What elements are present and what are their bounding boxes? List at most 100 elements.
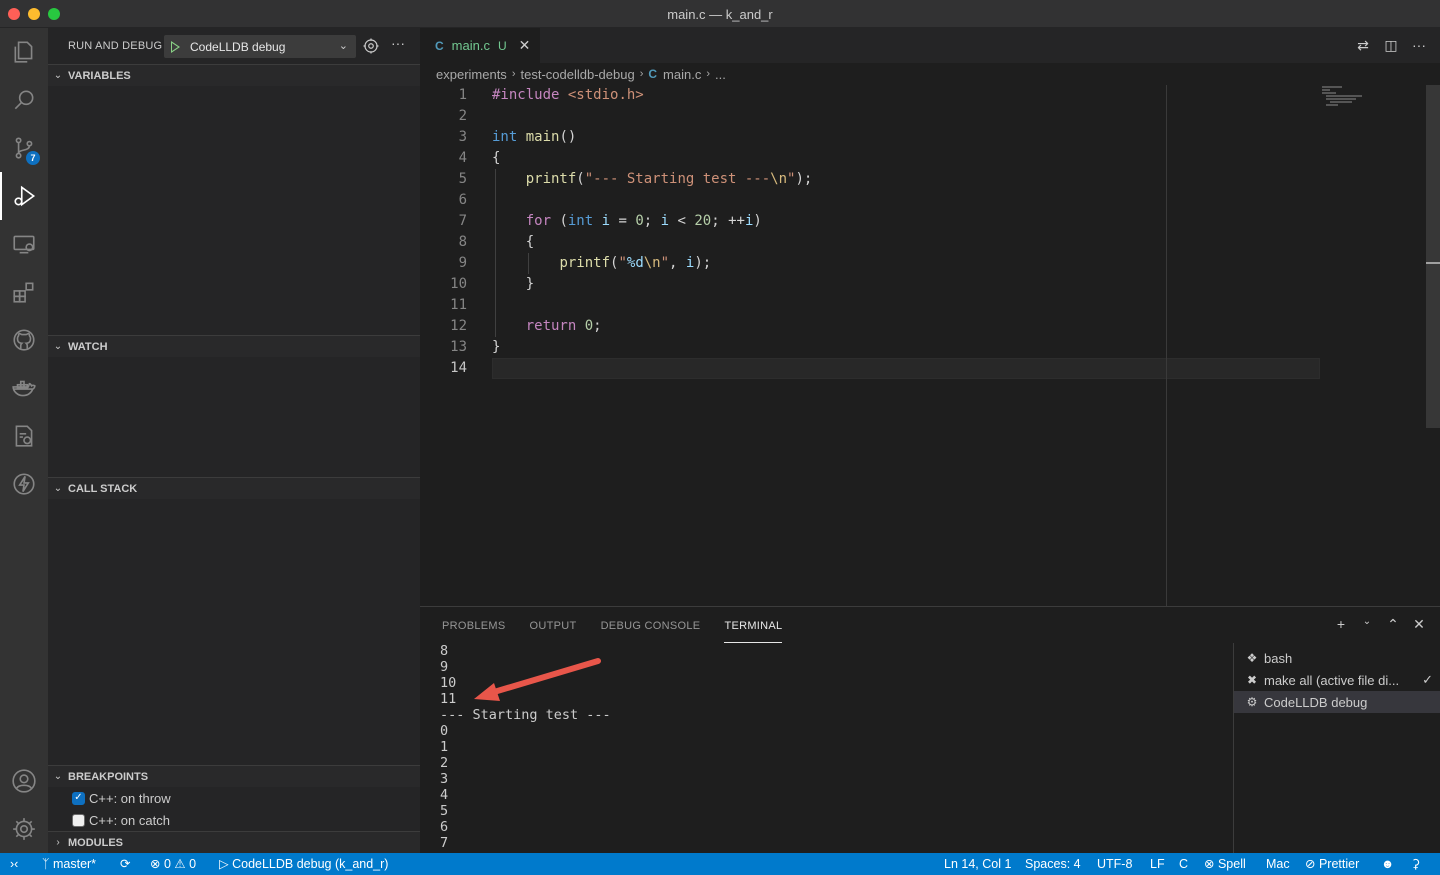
open-launch-json-gear-icon[interactable] bbox=[362, 37, 380, 55]
debug-session-indicator[interactable]: ▷ CodeLLDB debug (k_and_r) bbox=[219, 853, 388, 875]
close-tab-icon[interactable]: ✕ bbox=[519, 37, 531, 54]
tab-problems[interactable]: PROBLEMS bbox=[442, 607, 506, 643]
run-debug-icon[interactable] bbox=[0, 172, 48, 220]
remote-settings-icon[interactable] bbox=[0, 412, 48, 460]
chevron-down-icon[interactable]: ⌄ bbox=[1360, 616, 1374, 634]
split-editor-icon[interactable]: ◫ bbox=[1382, 37, 1400, 55]
terminal-line: --- Starting test --- bbox=[440, 707, 611, 723]
activity-bar: 7 bbox=[0, 28, 48, 853]
code-line: printf("--- Starting test ---\n"); bbox=[525, 171, 813, 187]
branch-indicator[interactable]: ᛉ master* bbox=[42, 853, 96, 875]
line-number: 13 bbox=[450, 339, 467, 355]
run-debug-sidebar: RUN AND DEBUG CodeLLDB debug ⌄ ··· ⌄ VAR… bbox=[48, 28, 420, 853]
more-actions-icon[interactable]: ··· bbox=[1410, 37, 1428, 55]
tab-main-c[interactable]: C main.c U ✕ bbox=[420, 28, 540, 63]
breakpoint-item[interactable]: C++: on catch bbox=[72, 809, 170, 831]
tab-debug-console[interactable]: DEBUG CONSOLE bbox=[601, 607, 701, 643]
search-icon[interactable] bbox=[0, 76, 48, 124]
prettier-label: Prettier bbox=[1318, 857, 1360, 871]
close-panel-icon[interactable]: ✕ bbox=[1412, 616, 1426, 634]
sidebar-header: RUN AND DEBUG CodeLLDB debug ⌄ ··· bbox=[48, 28, 420, 64]
docker-icon[interactable] bbox=[0, 364, 48, 412]
prettier-indicator[interactable]: ⊘ Prettier bbox=[1305, 853, 1359, 875]
window-title: main.c — k_and_r bbox=[667, 7, 773, 22]
line-number: 11 bbox=[450, 297, 467, 313]
github-icon[interactable] bbox=[0, 316, 48, 364]
manage-gear-icon[interactable] bbox=[0, 805, 48, 853]
untracked-badge: U bbox=[497, 38, 507, 53]
terminal-line: 2 bbox=[440, 755, 449, 771]
terminal-item-label: CodeLLDB debug bbox=[1264, 694, 1368, 710]
extensions-icon[interactable] bbox=[0, 268, 48, 316]
terminal-item-bash[interactable]: ❖ bash bbox=[1234, 647, 1440, 669]
modules-section-header[interactable]: › MODULES bbox=[48, 831, 420, 853]
feedback-icon[interactable]: ☻ bbox=[1381, 853, 1394, 875]
panel-tabs: PROBLEMS OUTPUT DEBUG CONSOLE TERMINAL bbox=[442, 607, 783, 643]
editor-scrollbar[interactable] bbox=[1426, 85, 1440, 428]
problems-indicator[interactable]: ⊗ 0 ⚠ 0 bbox=[150, 853, 196, 875]
platform-indicator[interactable]: Mac bbox=[1266, 853, 1290, 875]
terminal-item-make[interactable]: ✖ make all (active file di... ✓ bbox=[1234, 669, 1440, 691]
cursor-position[interactable]: Ln 14, Col 1 bbox=[944, 853, 1011, 875]
lightning-icon[interactable] bbox=[0, 460, 48, 508]
remote-indicator-icon[interactable]: ›‹ bbox=[10, 853, 18, 875]
line-number: 14 bbox=[450, 360, 467, 376]
call-stack-section-header[interactable]: ⌄ CALL STACK bbox=[48, 477, 420, 499]
breakpoint-checkbox[interactable] bbox=[72, 813, 85, 827]
code-line: int main() bbox=[492, 129, 577, 145]
code-line: { bbox=[492, 234, 535, 250]
breadcrumb-item[interactable]: ... bbox=[715, 67, 726, 82]
breadcrumb-item[interactable]: test-codelldb-debug bbox=[520, 67, 634, 82]
account-icon[interactable] bbox=[0, 757, 48, 805]
breakpoint-checkbox[interactable] bbox=[72, 791, 85, 805]
launch-config-select[interactable]: CodeLLDB debug ⌄ bbox=[164, 35, 356, 58]
encoding[interactable]: UTF-8 bbox=[1097, 853, 1132, 875]
chevron-down-icon: ⌄ bbox=[338, 40, 348, 52]
breakpoints-section-header[interactable]: ⌄ BREAKPOINTS bbox=[48, 765, 420, 787]
line-number: 6 bbox=[458, 192, 467, 208]
breadcrumb-item[interactable]: experiments bbox=[436, 67, 507, 82]
terminal-line: 1 bbox=[440, 739, 449, 755]
end-of-line[interactable]: LF bbox=[1150, 853, 1165, 875]
code-editor[interactable]: 1 #include <stdio.h> 2 3 int main() 4 { 5 p… bbox=[420, 85, 1440, 606]
line-number: 8 bbox=[458, 234, 467, 250]
breakpoint-item[interactable]: C++: on throw bbox=[72, 787, 171, 809]
remote-explorer-icon[interactable] bbox=[0, 220, 48, 268]
breadcrumb: experiments › test-codelldb-debug › C ma… bbox=[420, 63, 1440, 85]
breadcrumb-item[interactable]: main.c bbox=[663, 67, 701, 82]
warning-count: 0 bbox=[189, 857, 197, 871]
spell-label: Spell bbox=[1217, 857, 1246, 871]
line-number: 12 bbox=[450, 318, 467, 334]
launch-config-label: CodeLLDB debug bbox=[190, 39, 286, 54]
chevron-down-icon: ⌄ bbox=[53, 70, 63, 81]
line-number: 1 bbox=[458, 87, 467, 103]
variables-section-header[interactable]: ⌄ VARIABLES bbox=[48, 64, 420, 86]
notifications-bell-icon[interactable]: ⚳ bbox=[1411, 853, 1420, 875]
minimap[interactable] bbox=[1322, 85, 1426, 115]
tab-output[interactable]: OUTPUT bbox=[530, 607, 577, 643]
chevron-right-icon: › bbox=[56, 837, 60, 848]
open-changes-icon[interactable]: ⇄ bbox=[1354, 37, 1372, 55]
sync-icon[interactable]: ⟳ bbox=[120, 853, 130, 875]
breakpoints-label: BREAKPOINTS bbox=[68, 770, 149, 783]
line-number: 3 bbox=[458, 129, 467, 145]
spell-indicator[interactable]: ⊗ Spell bbox=[1204, 853, 1246, 875]
more-actions-icon[interactable]: ··· bbox=[388, 35, 408, 55]
new-terminal-icon[interactable]: + bbox=[1334, 616, 1348, 634]
error-count: 0 bbox=[163, 857, 171, 871]
c-file-icon: C bbox=[648, 67, 658, 81]
language-mode[interactable]: C bbox=[1179, 853, 1188, 875]
watch-label: WATCH bbox=[68, 340, 108, 353]
explorer-icon[interactable] bbox=[0, 28, 48, 76]
maximize-panel-icon[interactable]: ⌃ bbox=[1386, 616, 1400, 634]
chevron-right-icon: › bbox=[706, 68, 710, 80]
code-line: { bbox=[492, 150, 501, 166]
source-control-icon[interactable]: 7 bbox=[0, 124, 48, 172]
indentation[interactable]: Spaces: 4 bbox=[1025, 853, 1081, 875]
code-line: } bbox=[492, 339, 501, 355]
line-number: 4 bbox=[458, 150, 467, 166]
start-debug-icon[interactable] bbox=[171, 40, 180, 53]
watch-section-header[interactable]: ⌄ WATCH bbox=[48, 335, 420, 357]
terminal-item-codelldb[interactable]: ⚙ CodeLLDB debug bbox=[1234, 691, 1440, 713]
tab-terminal[interactable]: TERMINAL bbox=[724, 607, 783, 643]
